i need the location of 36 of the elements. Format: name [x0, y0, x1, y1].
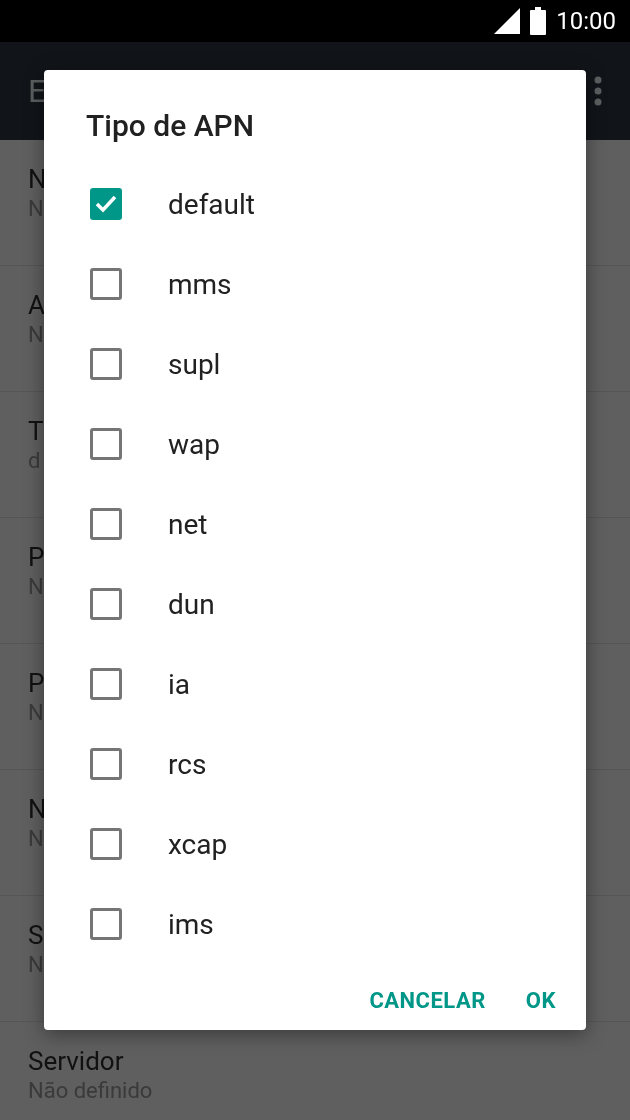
- checkbox[interactable]: [90, 348, 122, 380]
- option-item[interactable]: wap: [44, 404, 586, 484]
- dialog-button[interactable]: OK: [513, 978, 568, 1023]
- signal-icon: [494, 8, 521, 34]
- checkbox[interactable]: [90, 908, 122, 940]
- app-bar-title: E: [28, 72, 47, 110]
- checkbox[interactable]: [90, 428, 122, 460]
- dialog-button[interactable]: CANCELAR: [357, 978, 498, 1023]
- checkbox[interactable]: [90, 668, 122, 700]
- setting-title: S: [28, 920, 44, 950]
- clock: 10:00: [556, 7, 616, 35]
- setting-title: T: [28, 416, 44, 446]
- checkbox[interactable]: [90, 588, 122, 620]
- option-item[interactable]: ia: [44, 644, 586, 724]
- checkbox[interactable]: [90, 508, 122, 540]
- checkbox[interactable]: [90, 828, 122, 860]
- option-item[interactable]: rcs: [44, 724, 586, 804]
- option-item[interactable]: dun: [44, 564, 586, 644]
- setting-title: Servidor: [28, 1046, 124, 1076]
- battery-icon: [530, 7, 547, 35]
- dialog-title: Tipo de APN: [85, 107, 256, 145]
- option-item[interactable]: ims: [44, 884, 586, 964]
- option-item[interactable]: default: [44, 164, 586, 244]
- setting-title: A: [28, 290, 45, 320]
- more-options-icon[interactable]: [594, 76, 602, 106]
- checkbox[interactable]: [90, 268, 122, 300]
- setting-title: N: [28, 794, 47, 824]
- setting-title: P: [28, 668, 45, 698]
- option-item[interactable]: supl: [44, 324, 586, 404]
- option-item[interactable]: mms: [44, 244, 586, 324]
- setting-title: N: [28, 164, 47, 194]
- option-item[interactable]: net: [44, 484, 586, 564]
- setting-title: P: [28, 542, 45, 572]
- checkbox[interactable]: [90, 188, 122, 220]
- checkbox[interactable]: [90, 748, 122, 780]
- option-item[interactable]: xcap: [44, 804, 586, 884]
